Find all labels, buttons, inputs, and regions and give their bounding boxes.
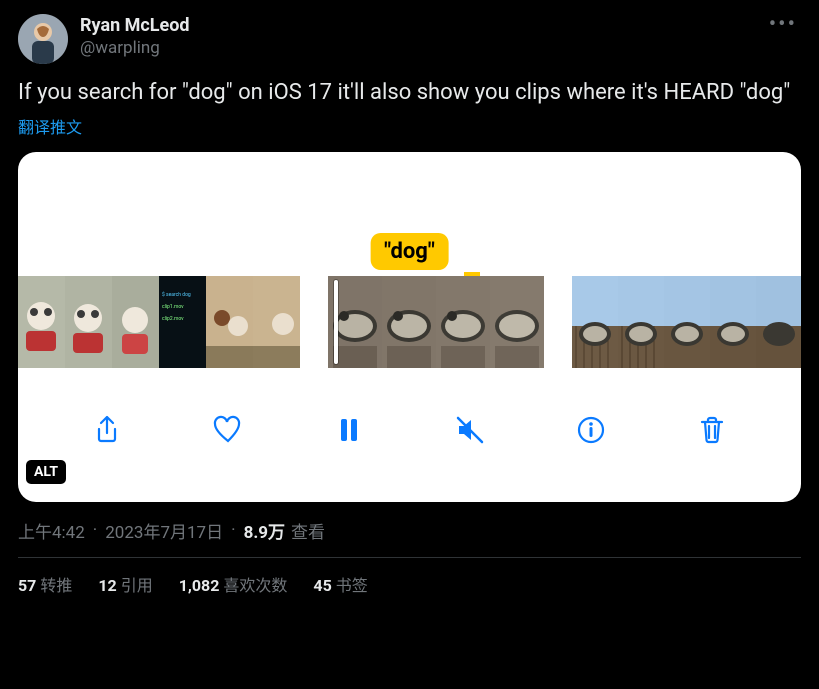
clip-group-1: $ search dog clip1.mov clip2.mov (18, 276, 300, 368)
views-count: 8.9万 (244, 518, 285, 543)
share-icon (91, 414, 123, 446)
delete-button[interactable] (692, 410, 732, 450)
tweet-meta: 上午4:42 2023年7月17日 8.9万 查看 (18, 518, 801, 543)
meta-separator (229, 520, 237, 540)
svg-text:clip1.mov: clip1.mov (162, 304, 184, 310)
pause-icon (333, 414, 365, 446)
views-label: 查看 (291, 518, 325, 543)
media-toolbar (18, 368, 801, 502)
media-attachment[interactable]: "dog" $ search dog clip1.mov clip2.mov (18, 152, 801, 502)
tweet-header: Ryan McLeod @warpling ••• (18, 14, 801, 64)
like-button[interactable] (208, 410, 248, 450)
clip-group-2 (328, 276, 544, 368)
svg-text:$ search dog: $ search dog (162, 291, 191, 298)
pause-button[interactable] (329, 410, 369, 450)
keyword-tag: "dog" (370, 233, 449, 270)
media-top-area: "dog" (18, 152, 801, 276)
quotes-stat[interactable]: 12引用 (98, 572, 152, 596)
meta-separator (91, 520, 99, 540)
translate-link[interactable]: 翻译推文 (18, 114, 801, 138)
tweet-date[interactable]: 2023年7月17日 (105, 518, 223, 543)
retweets-stat[interactable]: 57转推 (18, 572, 72, 596)
more-options-button[interactable]: ••• (769, 14, 801, 36)
info-icon (575, 414, 607, 446)
bookmarks-stat[interactable]: 45书签 (313, 572, 367, 596)
clip-group-3 (572, 276, 801, 368)
heart-icon (212, 414, 244, 446)
engagement-stats: 57转推 12引用 1,082喜欢次数 45书签 (18, 558, 801, 596)
avatar[interactable] (18, 14, 68, 64)
trash-icon (696, 414, 728, 446)
ellipsis-icon: ••• (769, 12, 797, 37)
likes-stat[interactable]: 1,082喜欢次数 (179, 572, 288, 596)
author-block[interactable]: Ryan McLeod @warpling (80, 14, 757, 59)
author-name: Ryan McLeod (80, 14, 757, 37)
alt-text-badge[interactable]: ALT (26, 460, 66, 484)
svg-text:clip2.mov: clip2.mov (162, 316, 184, 322)
mute-button[interactable] (450, 410, 490, 450)
tweet-text: If you search for "dog" on iOS 17 it'll … (18, 78, 801, 108)
tweet-container: Ryan McLeod @warpling ••• If you search … (0, 0, 819, 596)
info-button[interactable] (571, 410, 611, 450)
playhead-indicator[interactable] (334, 280, 338, 364)
share-button[interactable] (87, 410, 127, 450)
speaker-muted-icon (454, 414, 486, 446)
video-timeline[interactable]: $ search dog clip1.mov clip2.mov (18, 276, 801, 368)
tweet-time[interactable]: 上午4:42 (18, 518, 85, 543)
author-handle: @warpling (80, 37, 757, 59)
